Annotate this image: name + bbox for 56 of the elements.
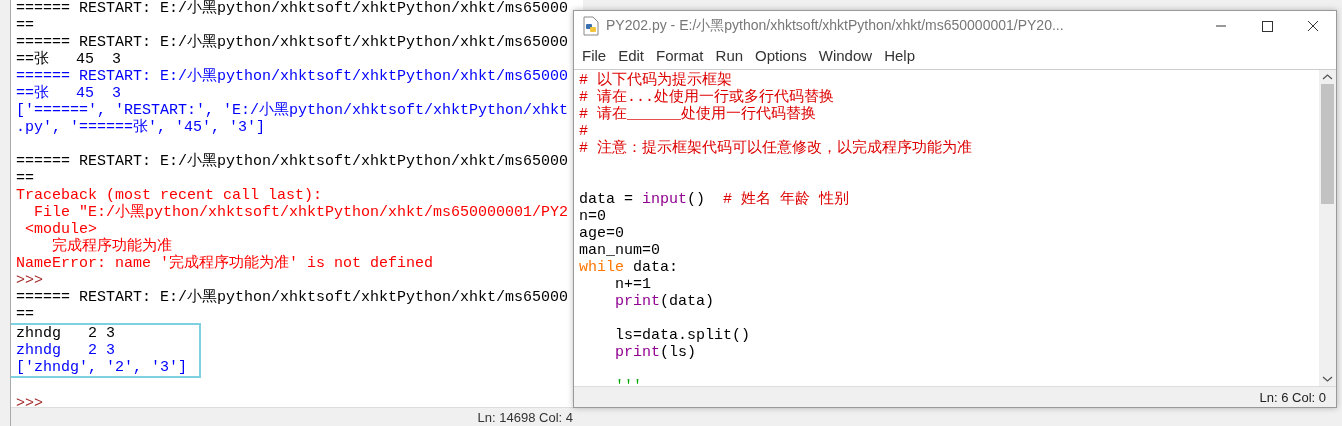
shell-output-line: >>> [16, 272, 43, 289]
code-token: () [687, 191, 707, 208]
shell-output-line: ==张 45 3 [16, 85, 121, 102]
code-token: # 请在...处使用一行或多行代码替换 [579, 89, 834, 106]
menu-item[interactable]: File [576, 46, 613, 64]
scrollbar[interactable] [1319, 70, 1336, 386]
code-token: print [615, 293, 660, 310]
shell-output-line: ['======', 'RESTART:', 'E:/小黑python/xhktsoft/xhktPython/xhkt [16, 102, 569, 119]
code-token: while [579, 259, 624, 276]
shell-output-line: ====== RESTART: E:/小黑python/xhktsoft/xhktPython/xhkt/ms65000 [16, 153, 569, 170]
shell-output-line: 完成程序功能为准 [51, 238, 172, 255]
menu-item[interactable]: Run [709, 46, 750, 64]
shell-output-line: ====== RESTART: E:/小黑python/xhktsoft/xhktPython/xhkt/ms65000 [16, 289, 569, 306]
shell-output-line: zhndg 2 3 [16, 342, 116, 359]
shell-status-text: Ln: 14698 Col: 4 [477, 409, 573, 425]
code-token: # 请在______处使用一行代码替换 [579, 106, 816, 123]
code-token: age=0 [579, 225, 624, 242]
menu-item[interactable]: Help [878, 46, 921, 64]
code-token: data: [632, 259, 679, 276]
editor-status-text: Ln: 6 Col: 0 [1259, 389, 1326, 405]
shell-output-line: ====== RESTART: E:/小黑python/xhktsoft/xhktPython/xhkt/ms65000 [16, 0, 569, 17]
shell-output-line: ====== RESTART: E:/小黑python/xhktsoft/xhktPython/xhkt/ms65000 [16, 68, 569, 85]
code-token: data = [579, 191, 634, 208]
shell-output-line: ==张 45 3 [16, 51, 121, 68]
shell-output-line: File "E:/小黑python/xhktsoft/xhktPython/xhkt/ms650000001/PY2 [33, 204, 569, 221]
code-token: # [579, 123, 588, 140]
code-token: man_num=0 [579, 242, 660, 259]
code-token: print [615, 344, 660, 361]
code-token: n+=1 [615, 276, 651, 293]
code-token: (ls) [660, 344, 697, 361]
menu-item[interactable]: Window [812, 46, 879, 64]
code-token: (data) [660, 293, 715, 310]
shell-output-line: NameError: name '完成程序功能为准' is not defined [16, 255, 434, 272]
shell-output-line: == [16, 306, 34, 323]
code-token: ''' [615, 378, 642, 386]
menu-item[interactable]: Format [650, 46, 710, 64]
shell-output-line: ['zhndg', '2', '3'] [16, 359, 188, 376]
code-token: n=0 [579, 208, 606, 225]
menu-item[interactable]: Edit [612, 46, 651, 64]
window-title: PY202.py - E:/小黑python/xhktsoft/xhktPython/xhkt/ms650000001/PY20... [606, 17, 1065, 35]
shell-output-line: Traceback (most recent call last): [16, 187, 323, 204]
code-token: input [642, 191, 688, 208]
scrollbar-thumb[interactable] [1321, 84, 1334, 204]
menu-item[interactable]: Options [749, 46, 813, 64]
shell-output-line: == [16, 17, 34, 34]
shell-output-line: zhndg 2 3 [16, 325, 116, 342]
shell-output-line: <module> [24, 221, 97, 238]
code-token: # 姓名 年龄 性别 [723, 191, 850, 208]
code-token: # 注意：提示框架代码可以任意修改，以完成程序功能为准 [579, 140, 972, 157]
shell-output-line: ====== RESTART: E:/小黑python/xhktsoft/xhktPython/xhkt/ms65000 [16, 34, 569, 51]
python-file-icon [582, 16, 600, 36]
code-token: # 以下代码为提示框架 [579, 72, 732, 89]
code-token: ls=data.split() [615, 327, 751, 344]
shell-output-line: == [16, 170, 34, 187]
shell-output-line: .py', '======张', '45', '3'] [16, 119, 266, 136]
shell-output-line: >>> [16, 395, 43, 407]
